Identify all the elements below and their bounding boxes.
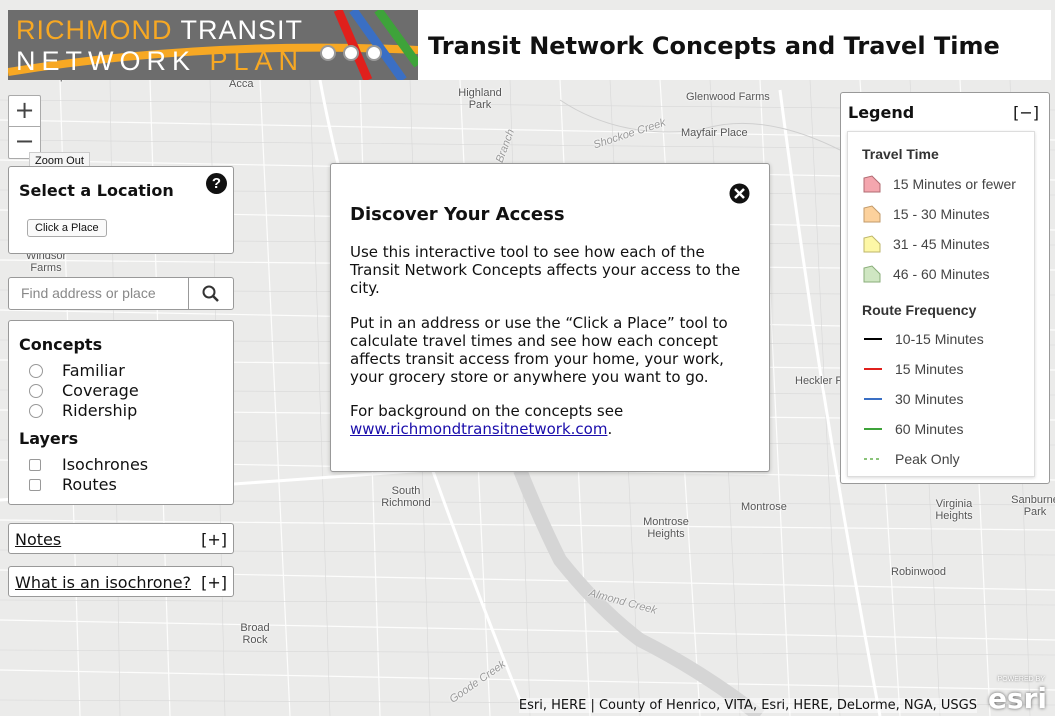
legend-panel: Legend [−] Travel Time 15 Minutes or few…	[840, 92, 1050, 484]
esri-logo[interactable]: POWERED BY esri	[987, 676, 1049, 715]
map-label: South Richmond	[381, 485, 431, 509]
isochrone-panel[interactable]: What is an isochrone? [+]	[8, 566, 234, 597]
logo-line-1: RICHMOND TRANSIT	[16, 15, 304, 45]
esri-logo-text: esri	[987, 682, 1047, 715]
notes-label[interactable]: Notes	[15, 530, 61, 549]
route-frequency-heading: Route Frequency	[862, 302, 977, 318]
checkbox[interactable]	[29, 458, 41, 471]
radio-button[interactable]	[29, 383, 43, 398]
legend-item: 15 Minutes	[862, 361, 963, 377]
map-label: Virginia Heights	[935, 498, 973, 522]
zoom-in-button[interactable]: +	[9, 96, 40, 126]
polygon-swatch-icon	[863, 265, 881, 283]
legend-collapse-toggle[interactable]: [−]	[1013, 103, 1039, 122]
map-attribution: Esri, HERE | County of Henrico, VITA, Es…	[518, 698, 977, 713]
polygon-swatch-icon	[863, 175, 881, 193]
legend-item: 10-15 Minutes	[862, 331, 984, 347]
dialog-paragraph-2: Put in an address or use the “Click a Pl…	[350, 314, 728, 386]
search-input[interactable]: Find address or place	[9, 278, 189, 309]
zoom-control: + −	[8, 95, 41, 159]
dashed-line-swatch-icon	[864, 458, 882, 460]
notes-expand-toggle[interactable]: [+]	[201, 530, 227, 549]
legend-item: 46 - 60 Minutes	[862, 264, 990, 284]
map-label: Sanburne Park	[1011, 494, 1055, 518]
radio-button[interactable]	[29, 403, 43, 418]
polygon-swatch-icon	[863, 235, 881, 253]
select-location-panel: Select a Location ? Click a Place	[8, 166, 234, 254]
concept-option-coverage[interactable]: Coverage	[29, 381, 139, 400]
select-location-title: Select a Location	[19, 181, 174, 200]
layers-title: Layers	[19, 429, 79, 448]
map-label: Glenwood Farms	[686, 91, 770, 103]
legend-item: Peak Only	[862, 451, 960, 467]
travel-time-heading: Travel Time	[862, 146, 939, 162]
legend-item: 15 - 30 Minutes	[862, 204, 990, 224]
dialog-title: Discover Your Access	[350, 204, 565, 225]
app-header: RICHMOND TRANSIT NETWORK PLAN Transit Ne…	[8, 10, 1051, 80]
click-a-place-button[interactable]: Click a Place	[27, 219, 107, 237]
map-label: Heckler F	[795, 375, 843, 387]
discover-access-dialog: Discover Your Access Use this interactiv…	[330, 163, 770, 472]
help-icon[interactable]: ?	[206, 173, 227, 194]
legend-body: Travel Time 15 Minutes or fewer 15 - 30 …	[847, 131, 1035, 477]
legend-item: 15 Minutes or fewer	[862, 174, 1016, 194]
map-label: Broad Rock	[240, 622, 270, 646]
line-swatch-icon	[864, 428, 882, 430]
close-icon	[729, 183, 750, 204]
map-label: Robinwood	[891, 566, 947, 578]
dialog-paragraph-1: Use this interactive tool to see how eac…	[350, 243, 741, 297]
page-title: Transit Network Concepts and Travel Time	[428, 32, 1000, 60]
concept-option-ridership[interactable]: Ridership	[29, 401, 137, 420]
legend-item: 31 - 45 Minutes	[862, 234, 990, 254]
isochrone-expand-toggle[interactable]: [+]	[201, 573, 227, 592]
layer-option-routes[interactable]: Routes	[29, 475, 117, 494]
legend-title: Legend	[848, 103, 915, 122]
radio-button[interactable]	[29, 363, 43, 378]
search-panel: Find address or place	[8, 277, 234, 310]
line-swatch-icon	[864, 368, 882, 370]
dialog-paragraph-3: For background on the concepts see www.ri…	[350, 402, 624, 438]
concepts-title: Concepts	[19, 335, 103, 354]
polygon-swatch-icon	[863, 205, 881, 223]
layer-option-isochrones[interactable]: Isochrones	[29, 455, 148, 474]
search-icon	[202, 285, 219, 302]
notes-panel[interactable]: Notes [+]	[8, 523, 234, 554]
legend-item: 60 Minutes	[862, 421, 963, 437]
map-label: Montrose	[741, 501, 787, 513]
checkbox[interactable]	[29, 478, 41, 491]
isochrone-label[interactable]: What is an isochrone?	[15, 573, 191, 592]
logo-line-2: NETWORK PLAN	[16, 46, 305, 76]
map-label: Highland Park	[458, 87, 502, 111]
legend-item: 30 Minutes	[862, 391, 963, 407]
richmond-transit-logo: RICHMOND TRANSIT NETWORK PLAN	[8, 10, 418, 80]
map-label: Mayfair Place	[681, 127, 748, 139]
concepts-panel: Concepts Familiar Coverage Ridership Lay…	[8, 320, 234, 505]
map-label: Montrose Heights	[643, 516, 689, 540]
concept-option-familiar[interactable]: Familiar	[29, 361, 125, 380]
richmond-transit-link[interactable]: www.richmondtransitnetwork.com	[350, 420, 607, 438]
line-swatch-icon	[864, 338, 882, 340]
search-button[interactable]	[189, 278, 233, 309]
line-swatch-icon	[864, 398, 882, 400]
close-button[interactable]	[729, 183, 750, 204]
